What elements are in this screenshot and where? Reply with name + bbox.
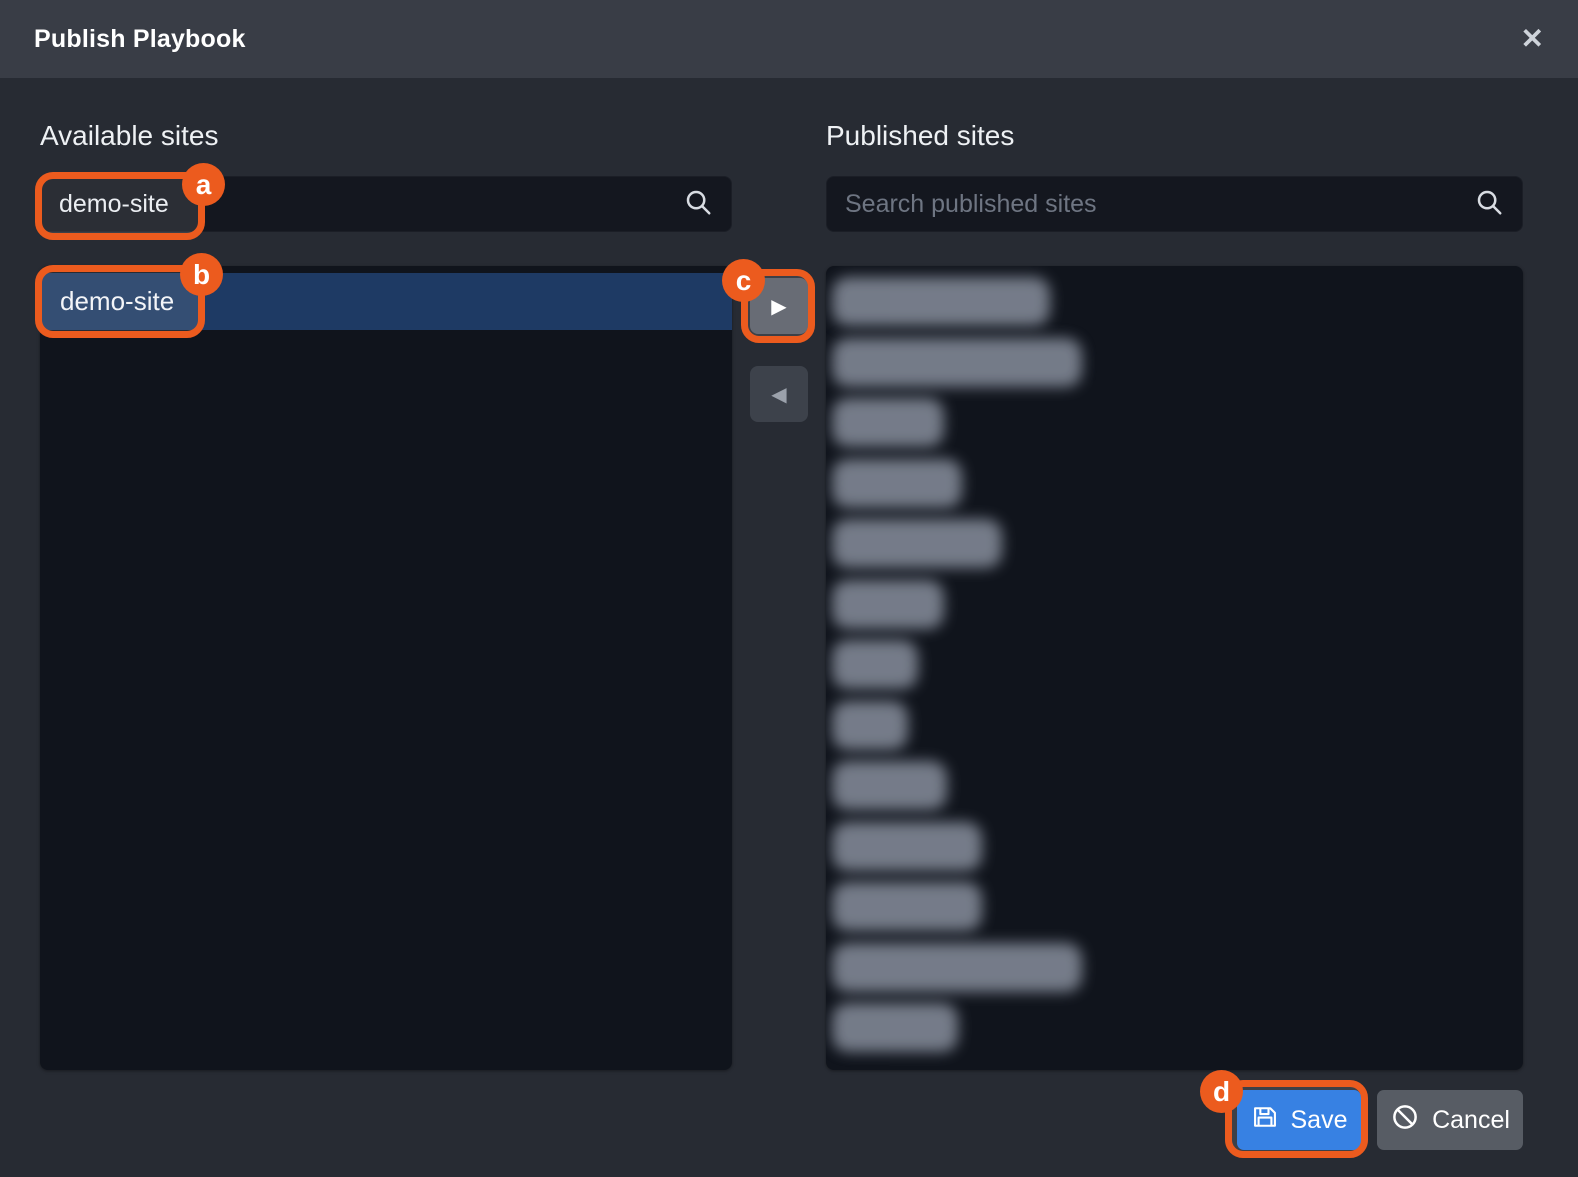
redacted-site-item[interactable]: [832, 459, 962, 508]
available-sites-list: demo-site: [40, 266, 732, 1070]
available-search-input[interactable]: [59, 190, 671, 219]
cancel-button[interactable]: Cancel: [1377, 1090, 1523, 1150]
move-right-button[interactable]: ▶: [750, 278, 808, 334]
dialog-header: Publish Playbook ✕: [0, 0, 1578, 78]
search-icon: [1474, 187, 1504, 222]
redacted-site-item[interactable]: [832, 580, 944, 629]
redacted-site-item[interactable]: [832, 822, 982, 871]
published-search-input[interactable]: [845, 190, 1462, 219]
redacted-site-item[interactable]: [832, 640, 918, 689]
redacted-site-item[interactable]: [832, 882, 982, 931]
save-button-label: Save: [1291, 1106, 1348, 1135]
publish-playbook-dialog: Publish Playbook ✕ Available sites Publi…: [0, 0, 1578, 1177]
redacted-site-item[interactable]: [832, 701, 908, 750]
dialog-title: Publish Playbook: [34, 25, 246, 54]
move-left-button[interactable]: ◀: [750, 366, 808, 422]
cancel-button-label: Cancel: [1432, 1106, 1510, 1135]
list-item-label: demo-site: [60, 286, 174, 317]
cancel-icon: [1390, 1102, 1420, 1139]
redacted-site-item[interactable]: [832, 277, 1050, 326]
close-icon[interactable]: ✕: [1521, 25, 1544, 53]
redacted-site-item[interactable]: [832, 398, 944, 447]
list-item-demo-site[interactable]: demo-site: [40, 273, 732, 330]
redacted-site-item[interactable]: [832, 761, 947, 810]
published-search: [826, 176, 1523, 232]
published-sites-heading: Published sites: [826, 120, 1014, 152]
redacted-site-item[interactable]: [832, 943, 1082, 992]
redacted-site-item[interactable]: [832, 519, 1002, 568]
available-search: [40, 176, 732, 232]
redacted-site-item[interactable]: [832, 338, 1082, 387]
save-button[interactable]: Save: [1237, 1090, 1361, 1150]
available-sites-heading: Available sites: [40, 120, 218, 152]
arrow-right-icon: ▶: [771, 294, 786, 319]
save-icon: [1251, 1103, 1279, 1138]
arrow-left-icon: ◀: [771, 382, 786, 407]
redacted-site-item[interactable]: [832, 1003, 958, 1052]
published-sites-list: [826, 266, 1523, 1070]
search-icon: [683, 187, 713, 222]
